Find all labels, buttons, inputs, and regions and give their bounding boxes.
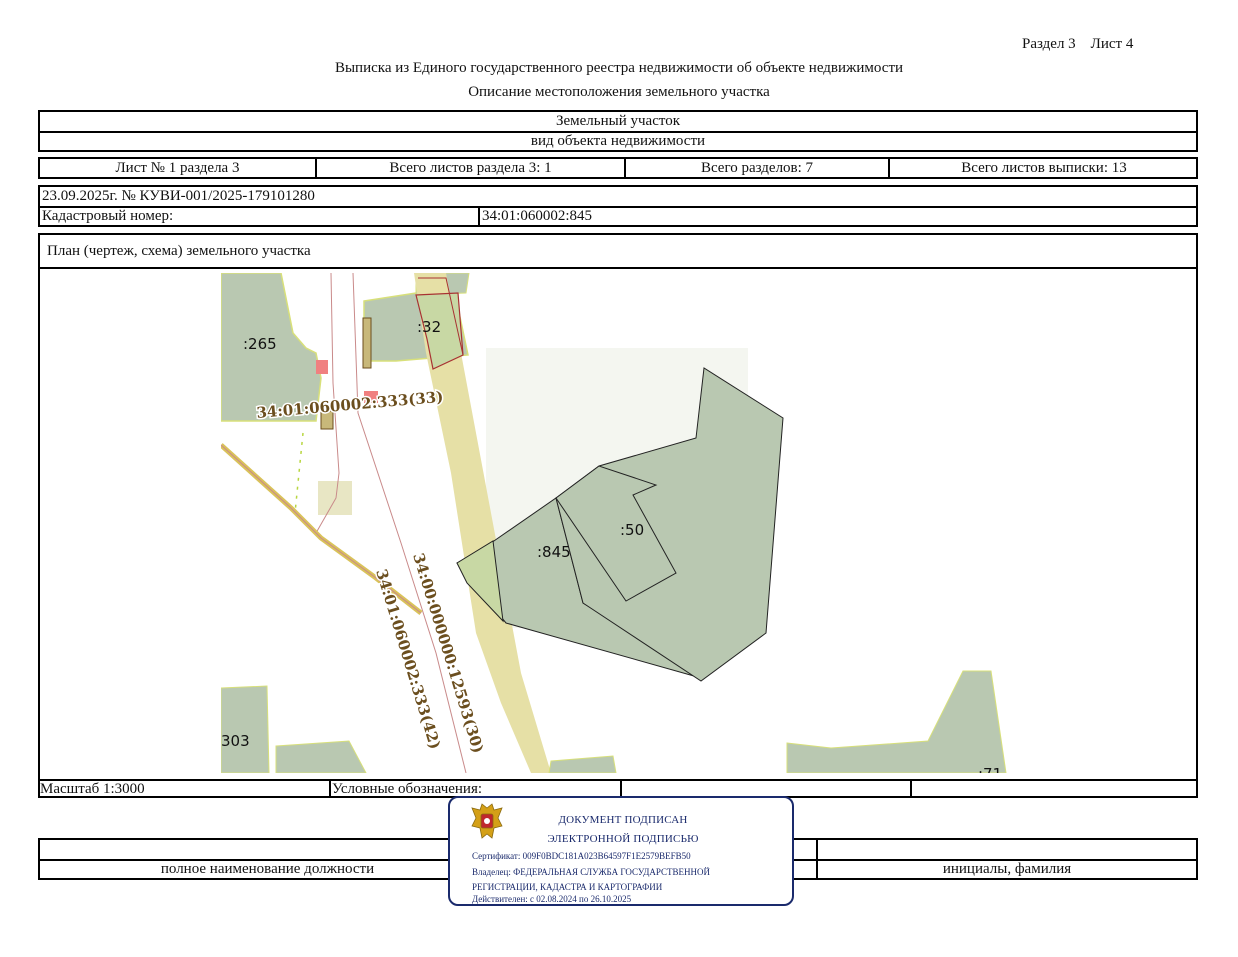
date-number: 23.09.2025г. № КУВИ-001/2025-179101280 bbox=[42, 188, 315, 204]
legend-label: Условные обозначения: bbox=[329, 781, 620, 796]
object-type-caption: вид объекта недвижимости bbox=[530, 133, 706, 149]
sheets-row: Лист № 1 раздела 3 Всего листов раздела … bbox=[38, 157, 1198, 179]
pale-plot bbox=[318, 481, 352, 515]
legend-cell-1 bbox=[620, 781, 910, 796]
object-table: Земельный участок вид объекта недвижимос… bbox=[38, 110, 1198, 152]
parcel-303-neighbor bbox=[275, 740, 367, 773]
section-sheet: Раздел 3 Лист 4 bbox=[1022, 36, 1134, 52]
scale: Масштаб 1:3000 bbox=[40, 781, 145, 796]
object-name: Земельный участок bbox=[555, 113, 681, 129]
total-sheets-extract: Всего листов выписки: 13 bbox=[888, 159, 1198, 177]
document-title: Выписка из Единого государственного реес… bbox=[334, 60, 904, 76]
dotted-path bbox=[294, 432, 304, 514]
signature-stamp: ДОКУМЕНТ ПОДПИСАН ЭЛЕКТРОННОЙ ПОДПИСЬЮ С… bbox=[448, 796, 794, 906]
label-50: :50 bbox=[620, 521, 644, 539]
divider bbox=[40, 267, 1196, 269]
label-265: :265 bbox=[243, 335, 277, 353]
cadastral-label: Кадастровый номер: bbox=[42, 208, 174, 224]
stamp-owner-2: РЕГИСТРАЦИИ, КАДАСТРА И КАРТОГРАФИИ bbox=[472, 882, 663, 892]
cadastral-map: :265 :32 :845 :50 303 :71 34:01:060002:3… bbox=[221, 273, 1196, 773]
stamp-owner-1: Владелец: ФЕДЕРАЛЬНАЯ СЛУЖБА ГОСУДАРСТВЕ… bbox=[472, 867, 711, 877]
stamp-line-1: ДОКУМЕНТ ПОДПИСАН bbox=[558, 814, 688, 826]
building-1 bbox=[316, 360, 328, 374]
stamp-line-2: ЭЛЕКТРОННОЙ ПОДПИСЬЮ bbox=[547, 833, 699, 845]
name-caption: инициалы, фамилия bbox=[942, 861, 1072, 877]
parcel-71 bbox=[786, 670, 1007, 773]
total-sections: Всего разделов: 7 bbox=[624, 159, 888, 177]
label-845: :845 bbox=[537, 543, 571, 561]
label-71: :71 bbox=[978, 765, 1002, 773]
legend-cell-2 bbox=[910, 781, 1198, 796]
stamp-certificate: Сертификат: 009F0BDC181A023B64597F1E2579… bbox=[472, 851, 691, 861]
building-5 bbox=[362, 317, 372, 369]
parcel-303 bbox=[221, 685, 270, 773]
cadastral-value: 34:01:060002:845 bbox=[478, 206, 1196, 227]
plan-title: План (чертеж, схема) земельного участка bbox=[47, 243, 311, 259]
position-caption: полное наименование должности bbox=[160, 861, 375, 877]
doc-table: 23.09.2025г. № КУВИ-001/2025-179101280 К… bbox=[38, 185, 1198, 227]
total-sheets-section: Всего листов раздела 3: 1 bbox=[315, 159, 624, 177]
stamp-valid: Действителен: с 02.08.2024 по 26.10.2025 bbox=[472, 894, 632, 904]
parcel-bottom-road bbox=[548, 755, 617, 773]
document-subtitle: Описание местоположения земельного участ… bbox=[468, 84, 770, 100]
label-32: :32 bbox=[417, 318, 441, 336]
sheet-number: Лист № 1 раздела 3 bbox=[115, 160, 240, 176]
label-303: 303 bbox=[221, 732, 250, 750]
map-svg: :265 :32 :845 :50 303 :71 34:01:060002:3… bbox=[221, 273, 1007, 773]
